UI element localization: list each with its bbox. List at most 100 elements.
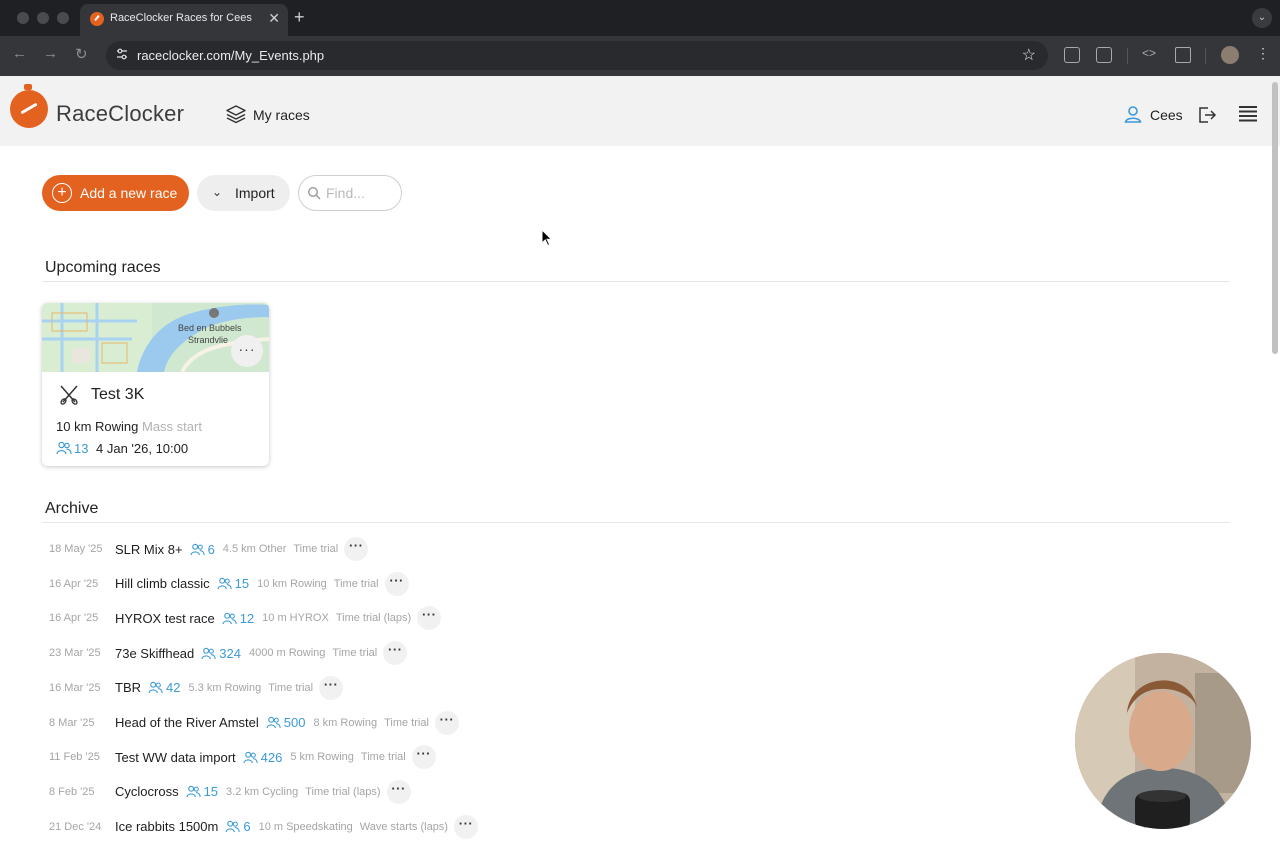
archive-race-name[interactable]: SLR Mix 8+ [115, 542, 183, 557]
archive-race-type: Time trial [384, 716, 429, 729]
race-name[interactable]: Test 3K [91, 386, 144, 404]
archive-race-name[interactable]: Ice rabbits 1500m [115, 819, 218, 834]
browser-tab[interactable]: RaceClocker Races for Cees ✕ [80, 4, 288, 36]
archive-row[interactable]: 8 Mar '25 Head of the River Amstel 500 8 km… [49, 710, 459, 736]
archive-participant-count: 500 [283, 715, 306, 730]
user-icon[interactable] [1124, 105, 1142, 123]
race-start-type: Mass start [142, 419, 202, 434]
archive-participant-count: 12 [239, 610, 255, 626]
archive-distance: 5.3 km Rowing [188, 681, 262, 694]
archive-distance: 4.5 km Other [222, 543, 287, 555]
archive-race-type: Time trial [332, 647, 378, 660]
more-icon[interactable]: ··· [386, 779, 411, 804]
archive-race-name[interactable]: Test WW data import [115, 750, 236, 765]
menu-icon[interactable] [1238, 105, 1258, 123]
more-icon[interactable]: ··· [383, 641, 408, 666]
archive-race-type: Time trial [360, 751, 406, 764]
reload-icon[interactable]: ↻ [75, 45, 88, 63]
profile-avatar-icon[interactable] [1221, 46, 1239, 64]
archive-date: 16 Apr '25 [49, 612, 99, 625]
logout-icon[interactable] [1197, 105, 1217, 125]
archive-row[interactable]: 21 Dec '24 Ice rabbits 1500m 6 10 m Speedsk… [49, 814, 478, 840]
add-new-race-button[interactable]: + Add a new race [42, 175, 189, 211]
people-icon [217, 577, 232, 590]
archive-race-name[interactable]: HYROX test race [115, 611, 215, 626]
archive-race-type: Time trial (laps) [305, 785, 381, 798]
find-field[interactable] [298, 175, 402, 211]
archive-participant-count: 15 [203, 784, 219, 800]
user-name[interactable]: Cees [1150, 107, 1183, 123]
people-icon [148, 682, 163, 694]
more-icon[interactable]: ··· [411, 745, 436, 770]
more-icon[interactable]: ··· [434, 710, 459, 735]
archive-row[interactable]: 23 Mar '25 73e Skiffhead 324 4000 m Rowing T… [49, 640, 408, 666]
bookmark-star-icon[interactable]: ☆ [1022, 45, 1036, 65]
import-button[interactable]: ⌄ Import [197, 175, 290, 211]
people-icon [190, 543, 205, 555]
page-scrollbar[interactable] [1272, 82, 1278, 354]
url-text[interactable]: raceclocker.com/My_Events.php [137, 48, 324, 63]
search-input[interactable] [326, 184, 396, 202]
devtools-code-icon[interactable]: <> [1142, 46, 1156, 60]
plus-circle-icon: + [52, 183, 72, 203]
back-arrow-icon[interactable]: ← [12, 45, 27, 62]
archive-row[interactable]: 18 May '25 SLR Mix 8+ 6 4.5 km Other Time tr… [49, 536, 369, 562]
archive-date: 8 Mar '25 [49, 716, 95, 729]
address-bar[interactable]: raceclocker.com/My_Events.php ☆ [106, 41, 1048, 70]
people-icon [56, 441, 72, 455]
window-close-dot[interactable] [17, 12, 29, 24]
device-mode-icon[interactable] [1175, 47, 1191, 63]
people-icon [186, 786, 201, 798]
archive-race-name[interactable]: Hill climb classic [115, 576, 210, 591]
archive-race-type: Time trial [293, 543, 339, 555]
race-card-more-icon[interactable]: ··· [231, 335, 263, 367]
archive-date: 23 Mar '25 [49, 647, 101, 660]
window-minimize-dot[interactable] [37, 12, 49, 24]
nav-my-races[interactable]: My races [253, 107, 310, 123]
people-icon [243, 751, 258, 763]
archive-row[interactable]: 16 Mar '25 TBR 42 5.3 km Rowing Time trial ··… [49, 675, 344, 701]
forward-arrow-icon[interactable]: → [43, 45, 58, 62]
brand-name[interactable]: RaceClocker [56, 101, 184, 127]
archive-race-name[interactable]: Head of the River Amstel [115, 715, 259, 730]
archive-date: 21 Dec '24 [49, 820, 102, 833]
people-icon [222, 612, 237, 625]
archive-race-name[interactable]: Cyclocross [115, 784, 179, 799]
tab-search-chevron-icon[interactable]: ⌄ [1252, 8, 1272, 28]
archive-participant-count: 42 [166, 680, 181, 696]
window-zoom-dot[interactable] [57, 12, 69, 24]
browser-menu-icon[interactable]: ⋮ [1256, 45, 1270, 62]
puzzle-extensions-icon[interactable] [1096, 47, 1112, 63]
more-icon[interactable]: ··· [384, 571, 409, 596]
tab-close-icon[interactable]: ✕ [268, 10, 280, 26]
extension-icon[interactable] [1064, 47, 1080, 63]
archive-row[interactable]: 16 Apr '25 HYROX test race 12 10 m HYROX Tim… [49, 605, 442, 631]
archive-race-name[interactable]: 73e Skiffhead [115, 646, 194, 661]
layers-icon[interactable] [225, 104, 247, 124]
more-icon[interactable]: ··· [417, 606, 442, 631]
race-datetime: 4 Jan '26, 10:00 [96, 441, 189, 456]
new-tab-icon[interactable]: + [294, 7, 305, 28]
archive-race-name[interactable]: TBR [115, 680, 141, 695]
more-icon[interactable]: ··· [344, 537, 369, 561]
section-divider [42, 281, 1230, 282]
import-label: Import [235, 185, 275, 201]
people-icon [266, 716, 281, 729]
search-icon [307, 186, 321, 200]
site-settings-icon[interactable] [116, 48, 128, 60]
more-icon[interactable]: ··· [319, 675, 344, 700]
more-icon[interactable]: ··· [453, 814, 478, 839]
map-place-label: Bed en Bubbels [178, 323, 242, 333]
archive-participant-count: 6 [207, 541, 215, 557]
people-icon [201, 647, 216, 659]
archive-date: 18 May '25 [49, 543, 103, 555]
race-card[interactable]: Bed en Bubbels Strandvlie ··· Test 3K 10… [42, 303, 269, 466]
archive-row[interactable]: 11 Feb '25 Test WW data import 426 5 km Row… [49, 744, 436, 770]
archive-row[interactable]: 8 Feb '25 Cyclocross 15 3.2 km Cycling Time … [49, 779, 411, 805]
map-place-label: Strandvlie [188, 335, 228, 345]
raceclocker-logo-icon[interactable] [10, 84, 48, 128]
page: RaceClocker My races Cees + Add a new ra… [0, 76, 1280, 847]
archive-distance: 5 km Rowing [290, 751, 354, 764]
archive-row[interactable]: 16 Apr '25 Hill climb classic 15 10 km Rowi… [49, 571, 409, 597]
archive-heading: Archive [45, 500, 99, 517]
